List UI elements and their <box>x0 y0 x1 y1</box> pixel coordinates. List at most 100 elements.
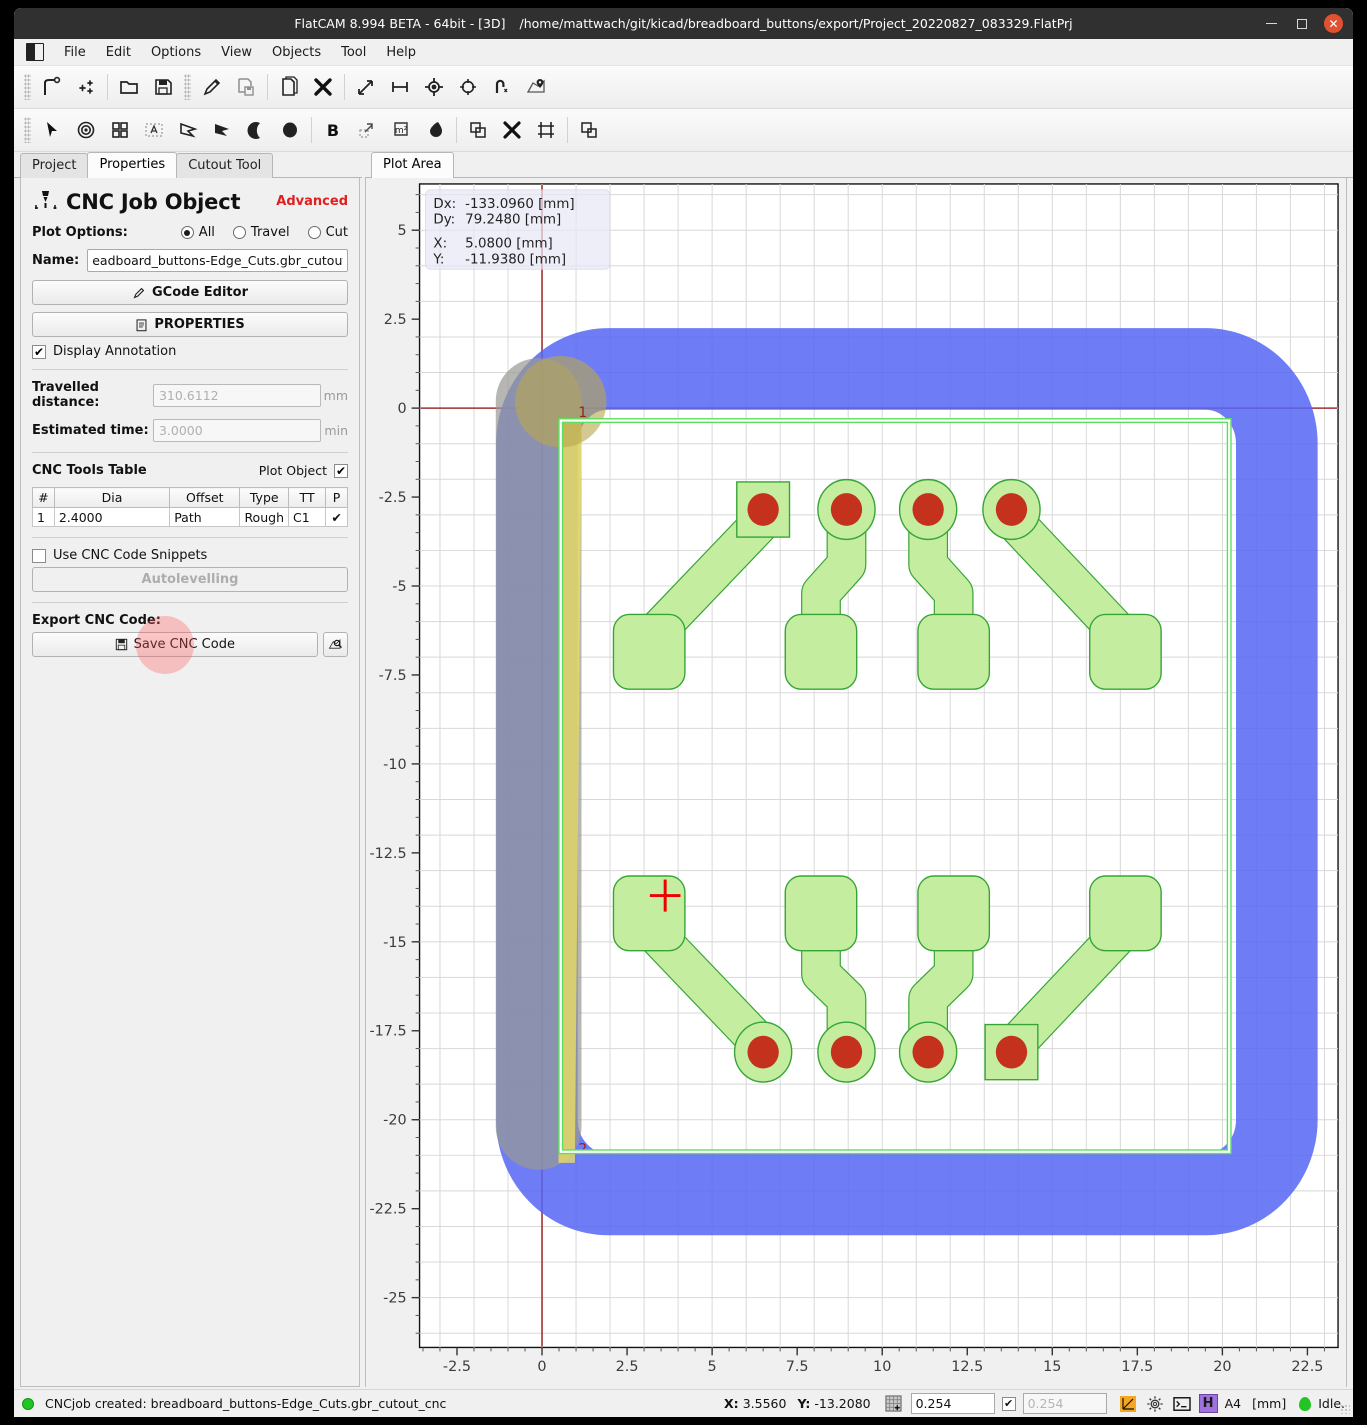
edit-object-icon[interactable] <box>195 70 229 104</box>
save-object-icon[interactable] <box>229 70 263 104</box>
drill-bot-2 <box>831 1036 862 1069</box>
estimated-time-row: Estimated time: min <box>32 419 348 442</box>
units-label[interactable]: [mm] <box>1252 1396 1286 1411</box>
cell-plot-checkbox[interactable]: ✔ <box>326 508 348 527</box>
menu-options[interactable]: Options <box>142 42 210 63</box>
arc-tool-icon[interactable] <box>239 113 273 147</box>
use-cnc-snippets-checkbox[interactable] <box>32 549 46 563</box>
axis-toggle-icon[interactable] <box>1118 1394 1138 1414</box>
status-x-value: 3.5560 <box>743 1396 787 1411</box>
polygon-tool-icon[interactable] <box>171 113 205 147</box>
menu-help[interactable]: Help <box>377 42 425 63</box>
tab-properties[interactable]: Properties <box>87 152 177 178</box>
tab-plot-area[interactable]: Plot Area <box>371 152 454 178</box>
open-project-icon[interactable] <box>112 70 146 104</box>
disc-tool-icon[interactable] <box>273 113 307 147</box>
new-excellon-icon[interactable] <box>69 70 103 104</box>
divider-1 <box>32 369 348 370</box>
toolbar-grip[interactable] <box>24 74 31 100</box>
transform-tool-icon[interactable] <box>350 113 384 147</box>
menu-objects[interactable]: Objects <box>263 42 330 63</box>
buffer-tool-icon[interactable]: B <box>316 113 350 147</box>
radio-all[interactable]: All <box>181 225 215 240</box>
maximize-icon[interactable] <box>1293 15 1311 33</box>
union-icon[interactable] <box>461 113 495 147</box>
annotation-y-value: -11.9380 [mm] <box>465 252 566 267</box>
plot-canvas[interactable]: -2.502.557.51012.51517.52022.552.50-2.5-… <box>366 178 1346 1389</box>
locate-in-object-icon[interactable] <box>519 70 553 104</box>
name-label: Name: <box>32 253 79 268</box>
display-annotation-row[interactable]: ✔ Display Annotation <box>32 344 348 359</box>
annotation-dx-label: Dx: <box>433 197 456 212</box>
toolbar-grip-2[interactable] <box>184 74 191 100</box>
gear-icon[interactable] <box>1145 1394 1165 1414</box>
copy-object-icon[interactable] <box>272 70 306 104</box>
cell-dia[interactable]: 2.4000 <box>54 508 169 527</box>
radio-cut[interactable]: Cut <box>308 225 348 240</box>
grid-link-checkbox[interactable]: ✔ <box>1002 1397 1016 1411</box>
estimated-time-label: Estimated time: <box>32 423 153 438</box>
jump-to-icon[interactable] <box>485 70 519 104</box>
intersection-icon[interactable] <box>495 113 529 147</box>
shell-console-icon[interactable] <box>1172 1394 1192 1414</box>
menu-view[interactable]: View <box>212 42 261 63</box>
plot-options-label: Plot Options: <box>32 225 128 240</box>
rectangle-tool-icon[interactable] <box>103 113 137 147</box>
autolevelling-label: Autolevelling <box>142 572 239 587</box>
resize-grip[interactable] <box>1340 1404 1350 1414</box>
menu-file[interactable]: File <box>55 42 95 63</box>
toolbar-grip-3[interactable] <box>24 117 31 143</box>
gcode-editor-button[interactable]: GCode Editor <box>32 280 348 305</box>
y-tick-label: 5 <box>398 223 407 239</box>
display-annotation-checkbox[interactable]: ✔ <box>32 345 46 359</box>
drill-top-1 <box>747 493 778 526</box>
new-geometry-icon[interactable] <box>35 70 69 104</box>
close-icon[interactable]: ✕ <box>1324 14 1343 33</box>
grid-y-input <box>1023 1393 1107 1414</box>
properties-button[interactable]: PROPERTIES <box>32 312 348 337</box>
drill-bot-3 <box>912 1036 943 1069</box>
distance-min-icon[interactable] <box>383 70 417 104</box>
annotation-y-label: Y: <box>432 252 444 267</box>
export-cnc-row: Save CNC Code <box>32 632 348 657</box>
grid-snap-icon[interactable] <box>884 1394 904 1414</box>
plot-object-checkbox[interactable]: ✔ <box>334 464 348 478</box>
menu-edit[interactable]: Edit <box>97 42 140 63</box>
path-tool-icon[interactable] <box>205 113 239 147</box>
area-tool-icon[interactable]: m² <box>384 113 418 147</box>
save-cnc-code-button[interactable]: Save CNC Code <box>32 632 318 657</box>
tab-cutout-tool[interactable]: Cutout Tool <box>176 153 273 178</box>
drill-bot-1 <box>747 1036 778 1069</box>
delete-object-icon[interactable] <box>306 70 340 104</box>
workspace-label[interactable]: A4 <box>1225 1396 1242 1411</box>
x-tick-label: 12.5 <box>951 1359 983 1375</box>
table-row[interactable]: 1 2.4000 Path Rough C1 ✔ <box>33 508 348 527</box>
subtract-icon[interactable] <box>529 113 563 147</box>
y-tick-label: -10 <box>383 757 406 773</box>
paint-tool-icon[interactable] <box>418 113 452 147</box>
origin-icon[interactable] <box>417 70 451 104</box>
cutout-icon[interactable] <box>572 113 606 147</box>
radio-travel[interactable]: Travel <box>233 225 290 240</box>
clipboard-icon <box>135 318 148 332</box>
save-cnc-code-label: Save CNC Code <box>134 637 235 652</box>
select-icon[interactable] <box>35 113 69 147</box>
save-project-icon[interactable] <box>146 70 180 104</box>
annotation-dy-label: Dy: <box>433 213 455 228</box>
hud-toggle-icon[interactable]: H <box>1199 1394 1218 1413</box>
tab-project[interactable]: Project <box>20 153 88 178</box>
cnc-job-properties-panel: CNC Job Object Advanced Plot Options: Al… <box>20 178 360 1387</box>
minimize-icon[interactable] <box>1262 15 1280 33</box>
plot-area[interactable]: -2.502.557.51012.51517.52022.552.50-2.5-… <box>365 178 1347 1387</box>
circle-tool-icon[interactable] <box>69 113 103 147</box>
svg-text:B: B <box>327 121 339 140</box>
use-cnc-snippets-row[interactable]: Use CNC Code Snippets <box>32 548 348 563</box>
distance-icon[interactable] <box>349 70 383 104</box>
grid-x-input[interactable] <box>911 1393 995 1414</box>
menu-tool[interactable]: Tool <box>332 42 375 63</box>
drill-top-4 <box>996 493 1027 526</box>
text-tool-icon[interactable] <box>137 113 171 147</box>
name-input[interactable] <box>87 249 348 272</box>
review-code-button[interactable] <box>323 632 348 657</box>
move-to-origin-icon[interactable] <box>451 70 485 104</box>
